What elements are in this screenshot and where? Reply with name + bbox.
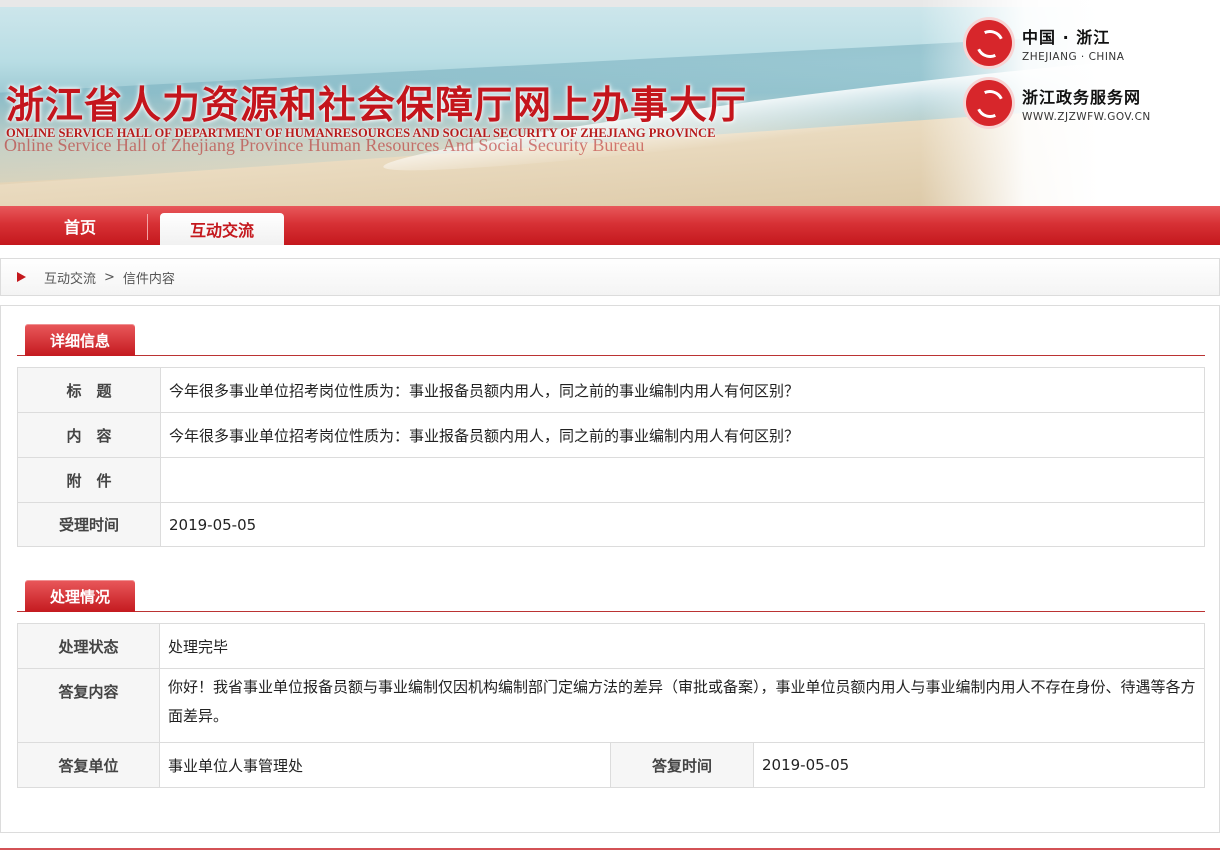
table-row: 处理状态 处理完毕	[17, 623, 1205, 669]
nav-home[interactable]: 首页	[0, 206, 160, 245]
table-row: 内 容 今年很多事业单位招考岗位性质为：事业报备员额内用人，同之前的事业编制内用…	[17, 412, 1205, 458]
badge-top-zh: 中国 · 浙江	[1022, 27, 1111, 47]
nav-divider	[147, 214, 148, 240]
attachment-label: 附 件	[17, 457, 161, 503]
site-subtitle: ONLINE SERVICE HALL OF DEPARTMENT OF HUM…	[6, 126, 716, 140]
breadcrumb-interaction[interactable]: 互动交流	[44, 268, 96, 287]
process-section-header: 处理情况	[17, 578, 1205, 612]
site-title: 浙江省人力资源和社会保障厅网上办事大厅	[6, 82, 748, 127]
title-label: 标 题	[17, 367, 161, 413]
play-arrow-icon	[17, 272, 26, 282]
table-row: 答复内容 你好！我省事业单位报备员额与事业编制仅因机构编制部门定编方法的差异（审…	[17, 668, 1205, 743]
detail-section-tab: 详细信息	[25, 324, 135, 356]
accept-time-value: 2019-05-05	[160, 502, 1205, 547]
nav-interaction-tab[interactable]: 互动交流	[160, 213, 284, 245]
process-table: 处理状态 处理完毕 答复内容 你好！我省事业单位报备员额与事业编制仅因机构编制部…	[17, 623, 1205, 788]
zhejiang-logo-icon	[966, 20, 1012, 66]
reply-time-label: 答复时间	[610, 742, 754, 788]
detail-section-header: 详细信息	[17, 322, 1205, 356]
breadcrumb-letter-content: 信件内容	[122, 271, 175, 287]
status-value: 处理完毕	[159, 623, 1205, 669]
content-label: 内 容	[17, 412, 161, 458]
table-row: 附 件	[17, 457, 1205, 503]
content-value: 今年很多事业单位招考岗位性质为：事业报备员额内用人，同之前的事业编制内用人有何区…	[160, 412, 1205, 458]
reply-value: 你好！我省事业单位报备员额与事业编制仅因机构编制部门定编方法的差异（审批或备案）…	[159, 668, 1205, 743]
zhejiang-china-badge[interactable]: 中国 · 浙江 ZHEJIANG · CHINA	[966, 20, 1124, 66]
attachment-value	[160, 457, 1205, 503]
badge-top-en: ZHEJIANG · CHINA	[1022, 50, 1125, 63]
table-row: 受理时间 2019-05-05	[17, 502, 1205, 547]
title-value: 今年很多事业单位招考岗位性质为：事业报备员额内用人，同之前的事业编制内用人有何区…	[160, 367, 1205, 413]
status-label: 处理状态	[17, 623, 160, 669]
content-panel: 详细信息 标 题 今年很多事业单位招考岗位性质为：事业报备员额内用人，同之前的事…	[0, 305, 1220, 833]
badge-bottom-zh: 浙江政务服务网	[1022, 87, 1142, 107]
detail-table: 标 题 今年很多事业单位招考岗位性质为：事业报备员额内用人，同之前的事业编制内用…	[17, 367, 1205, 547]
zjzwfw-badge[interactable]: 浙江政务服务网 WWW.ZJZWFW.GOV.CN	[966, 80, 1151, 126]
footer-divider	[0, 848, 1220, 850]
reply-label: 答复内容	[17, 668, 160, 743]
breadcrumb: 互动交流 > 信件内容	[0, 258, 1220, 296]
main-nav: 首页 互动交流	[0, 206, 1220, 245]
breadcrumb-separator: >	[104, 269, 115, 285]
table-row: 标 题 今年很多事业单位招考岗位性质为：事业报备员额内用人，同之前的事业编制内用…	[17, 367, 1205, 413]
reply-unit-label: 答复单位	[17, 742, 160, 788]
badge-bottom-en: WWW.ZJZWFW.GOV.CN	[1022, 110, 1151, 123]
zjzwfw-logo-icon	[966, 80, 1012, 126]
accept-time-label: 受理时间	[17, 502, 161, 547]
process-section-tab: 处理情况	[25, 580, 135, 612]
reply-time-value: 2019-05-05	[753, 742, 1205, 788]
reply-unit-value: 事业单位人事管理处	[159, 742, 611, 788]
header-banner: Online Service Hall of Zhejiang Province…	[0, 0, 1220, 206]
table-row: 答复单位 事业单位人事管理处 答复时间 2019-05-05	[17, 742, 1205, 788]
